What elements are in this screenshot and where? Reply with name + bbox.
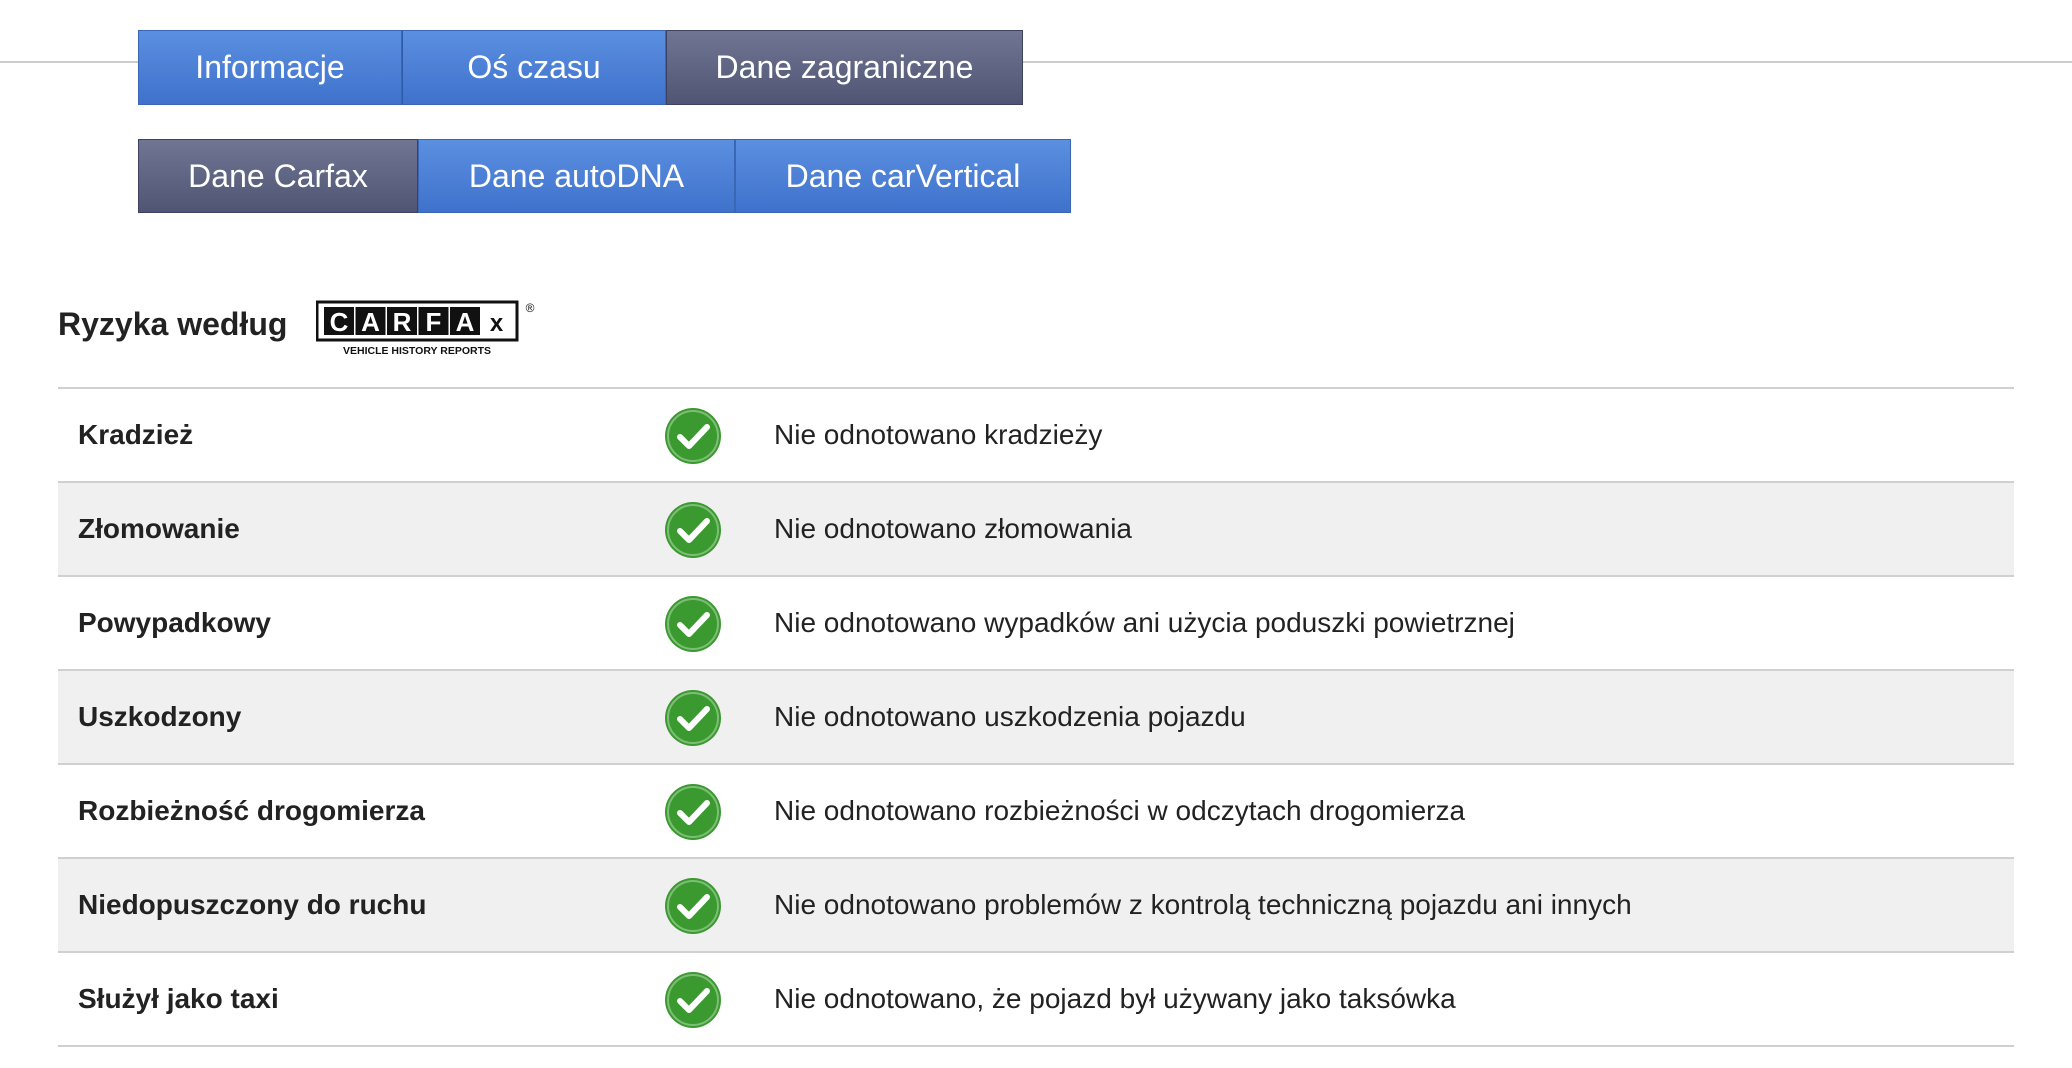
- risk-label: Służył jako taxi: [78, 983, 279, 1014]
- secondary-tabs: Dane Carfax Dane autoDNA Dane carVertica…: [138, 139, 1071, 213]
- risk-status: Nie odnotowano wypadków ani użycia podus…: [774, 607, 1515, 638]
- risk-label: Niedopuszczony do ruchu: [78, 889, 427, 920]
- tab-dane-zagraniczne[interactable]: Dane zagraniczne: [666, 30, 1023, 105]
- check-circle-icon: [665, 690, 721, 746]
- carfax-logo-letter: x: [490, 310, 504, 337]
- check-circle-icon: [665, 408, 721, 464]
- risk-status: Nie odnotowano rozbieżności w odczytach …: [774, 795, 1466, 826]
- carfax-logo-letter: C: [330, 307, 349, 337]
- tab-dane-carfax[interactable]: Dane Carfax: [138, 139, 418, 213]
- carfax-logo-letter: F: [426, 307, 442, 337]
- section-header: Ryzyka według: [58, 296, 287, 352]
- primary-tabs: Informacje Oś czasu Dane zagraniczne: [138, 30, 1023, 105]
- svg-text:®: ®: [526, 301, 535, 315]
- risk-status: Nie odnotowano złomowania: [774, 513, 1132, 544]
- carfax-logo-letter: R: [393, 307, 412, 337]
- table-row: Uszkodzony Nie odnotowano uszkodzenia poj…: [58, 671, 2014, 765]
- tab-os-czasu[interactable]: Oś czasu: [402, 30, 666, 105]
- table-row: Złomowanie Nie odnotowano złomowania: [58, 483, 2014, 577]
- risk-status: Nie odnotowano problemów z kontrolą tech…: [774, 889, 1632, 920]
- table-row: Rozbieżność drogomierza Nie odnotowano ro…: [58, 765, 2014, 859]
- risk-label: Kradzież: [78, 419, 194, 450]
- tab-informacje[interactable]: Informacje: [138, 30, 402, 105]
- check-circle-icon: [665, 502, 721, 558]
- check-circle-icon: [665, 878, 721, 934]
- risk-label: Powypadkowy: [78, 607, 271, 638]
- table-row: Niedopuszczony do ruchu Nie odnotowano pr…: [58, 859, 2014, 953]
- section-title: Ryzyka według: [58, 305, 288, 342]
- table-row: Kradzież Nie odnotowano kradzieży: [58, 389, 2014, 483]
- table-row: Powypadkowy Nie odnotowano wypadków ani u…: [58, 577, 2014, 671]
- check-circle-icon: [665, 596, 721, 652]
- risk-status: Nie odnotowano uszkodzenia pojazdu: [774, 701, 1246, 732]
- risk-status: Nie odnotowano, że pojazd był używany ja…: [774, 983, 1456, 1014]
- check-circle-icon: [665, 972, 721, 1028]
- risk-label: Rozbieżność drogomierza: [78, 795, 425, 826]
- svg-text:VEHICLE HISTORY REPORTS: VEHICLE HISTORY REPORTS: [343, 345, 491, 357]
- risk-status: Nie odnotowano kradzieży: [774, 419, 1103, 450]
- carfax-logo-letter: A: [456, 307, 475, 337]
- check-circle-icon: [665, 784, 721, 840]
- risk-table: Kradzież Nie odnotowano kradzieży Złomowan…: [58, 387, 2014, 1047]
- tab-dane-autodna[interactable]: Dane autoDNA: [418, 139, 735, 213]
- carfax-logo: CARFAx ® VEHICLE HISTORY REPORTS: [316, 300, 535, 357]
- table-row: Służył jako taxi Nie odnotowano, że pojaz…: [58, 953, 2014, 1047]
- carfax-logo-letter: A: [361, 307, 380, 337]
- risk-label: Uszkodzony: [78, 701, 242, 732]
- tab-dane-carvertical[interactable]: Dane carVertical: [735, 139, 1071, 213]
- risk-label: Złomowanie: [78, 513, 240, 544]
